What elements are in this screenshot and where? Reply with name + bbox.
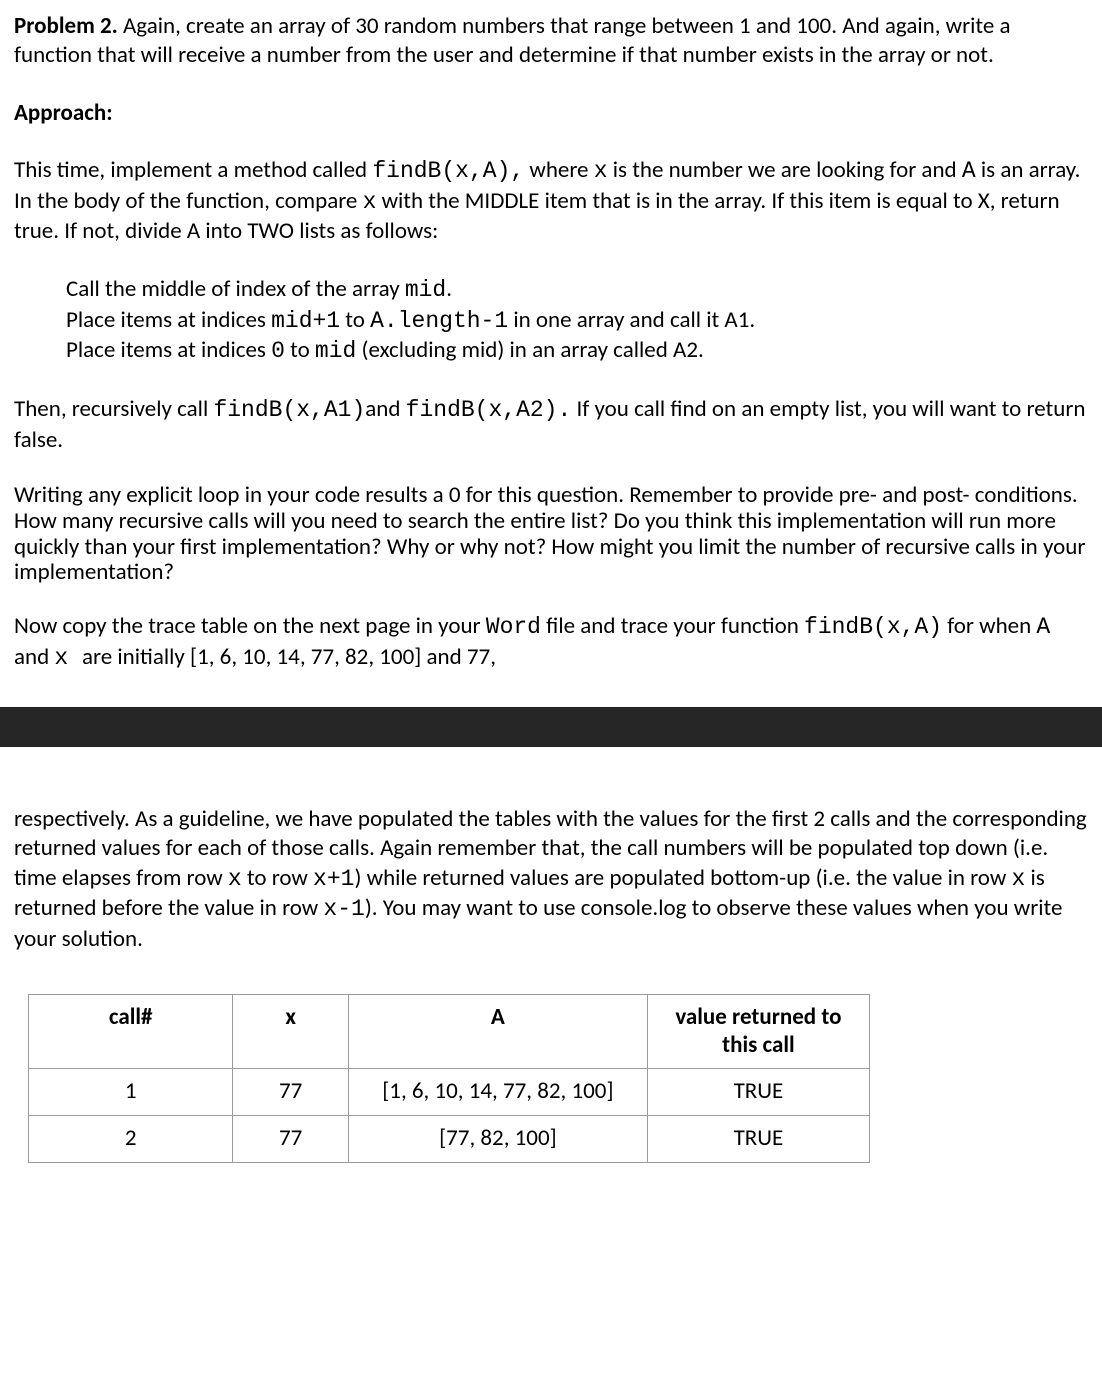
cell-x: 77 (233, 1069, 349, 1116)
bullet-list: Call the middle of index of the array mi… (66, 275, 1088, 368)
cell-a: [1, 6, 10, 14, 77, 82, 100] (348, 1069, 647, 1116)
table-header-row: call# x A value returned to this call (29, 995, 870, 1069)
text: in one array and call it A1. (508, 306, 755, 334)
approach-p1: This time, implement a method called fin… (14, 156, 1088, 246)
header-x: x (233, 995, 349, 1069)
cell-return: TRUE (647, 1116, 869, 1163)
trace-table: call# x A value returned to this call 1 … (28, 994, 870, 1162)
approach-heading: Approach: (14, 99, 1088, 128)
text: ) while returned values are populated bo… (354, 864, 1011, 892)
text: Place items at indices (66, 336, 271, 364)
code-snippet: mid (405, 277, 446, 303)
warning-paragraph: Writing any explicit loop in your code r… (14, 483, 1088, 586)
text: . (446, 275, 452, 303)
code-snippet: x (228, 866, 242, 892)
code-snippet: A.length-1 (370, 308, 508, 334)
cell-a: [77, 82, 100] (348, 1116, 647, 1163)
code-snippet: findB(x,A1) (213, 397, 365, 423)
code-snippet: x (1012, 866, 1026, 892)
code-snippet: x (54, 645, 82, 671)
text: where (524, 156, 594, 184)
cell-x: 77 (233, 1116, 349, 1163)
cell-return: TRUE (647, 1069, 869, 1116)
page-divider (0, 707, 1102, 747)
header-call: call# (29, 995, 233, 1069)
text: file and trace your function (541, 612, 804, 640)
text: Now copy the trace table on the next pag… (14, 612, 486, 640)
list-item: Place items at indices 0 to mid (excludi… (66, 336, 1088, 367)
page2-paragraph: respectively. As a guideline, we have po… (14, 805, 1088, 954)
code-snippet: mid (315, 338, 356, 364)
text: for when (942, 612, 1036, 640)
code-snippet: 0 (271, 338, 285, 364)
text: is the number we are looking for and (608, 156, 962, 184)
code-snippet: mid+1 (271, 308, 340, 334)
text: and (365, 395, 405, 423)
text: to (340, 306, 370, 334)
problem-statement: Problem 2. Again, create an array of 30 … (14, 12, 1088, 71)
text: This time, implement a method called (14, 156, 372, 184)
text: Place items at indices (66, 306, 271, 334)
header-return: value returned to this call (647, 995, 869, 1069)
code-snippet: Word (486, 614, 541, 640)
code-snippet: x+1 (313, 866, 354, 892)
text: Then, recursively call (14, 395, 213, 423)
problem-text: Again, create an array of 30 random numb… (14, 12, 1011, 69)
text: and (14, 643, 54, 671)
text: to row (242, 864, 313, 892)
list-item: Place items at indices mid+1 to A.length… (66, 306, 1088, 337)
cell-call: 1 (29, 1069, 233, 1116)
table-row: 2 77 [77, 82, 100] TRUE (29, 1116, 870, 1163)
header-a: A (348, 995, 647, 1069)
table-row: 1 77 [1, 6, 10, 14, 77, 82, 100] TRUE (29, 1069, 870, 1116)
code-snippet: findB(x,A) (804, 614, 942, 640)
problem-label: Problem 2. (14, 12, 118, 40)
code-snippet: A (1036, 614, 1050, 640)
text: to (285, 336, 315, 364)
code-snippet: findB(x,A), (372, 158, 524, 184)
trace-instructions: Now copy the trace table on the next pag… (14, 612, 1088, 673)
code-snippet: x (594, 158, 608, 184)
text: are initially [1, 6, 10, 14, 77, 82, 100… (82, 643, 496, 671)
code-snippet: x (363, 189, 377, 215)
cell-call: 2 (29, 1116, 233, 1163)
list-item: Call the middle of index of the array mi… (66, 275, 1088, 306)
code-snippet: x-1 (323, 896, 364, 922)
recurse-paragraph: Then, recursively call findB(x,A1)and fi… (14, 395, 1088, 455)
text: (excluding mid) in an array called A2. (356, 336, 703, 364)
text: Call the middle of index of the array (66, 275, 405, 303)
code-snippet: A (962, 158, 976, 184)
code-snippet: findB(x,A2). (406, 397, 572, 423)
